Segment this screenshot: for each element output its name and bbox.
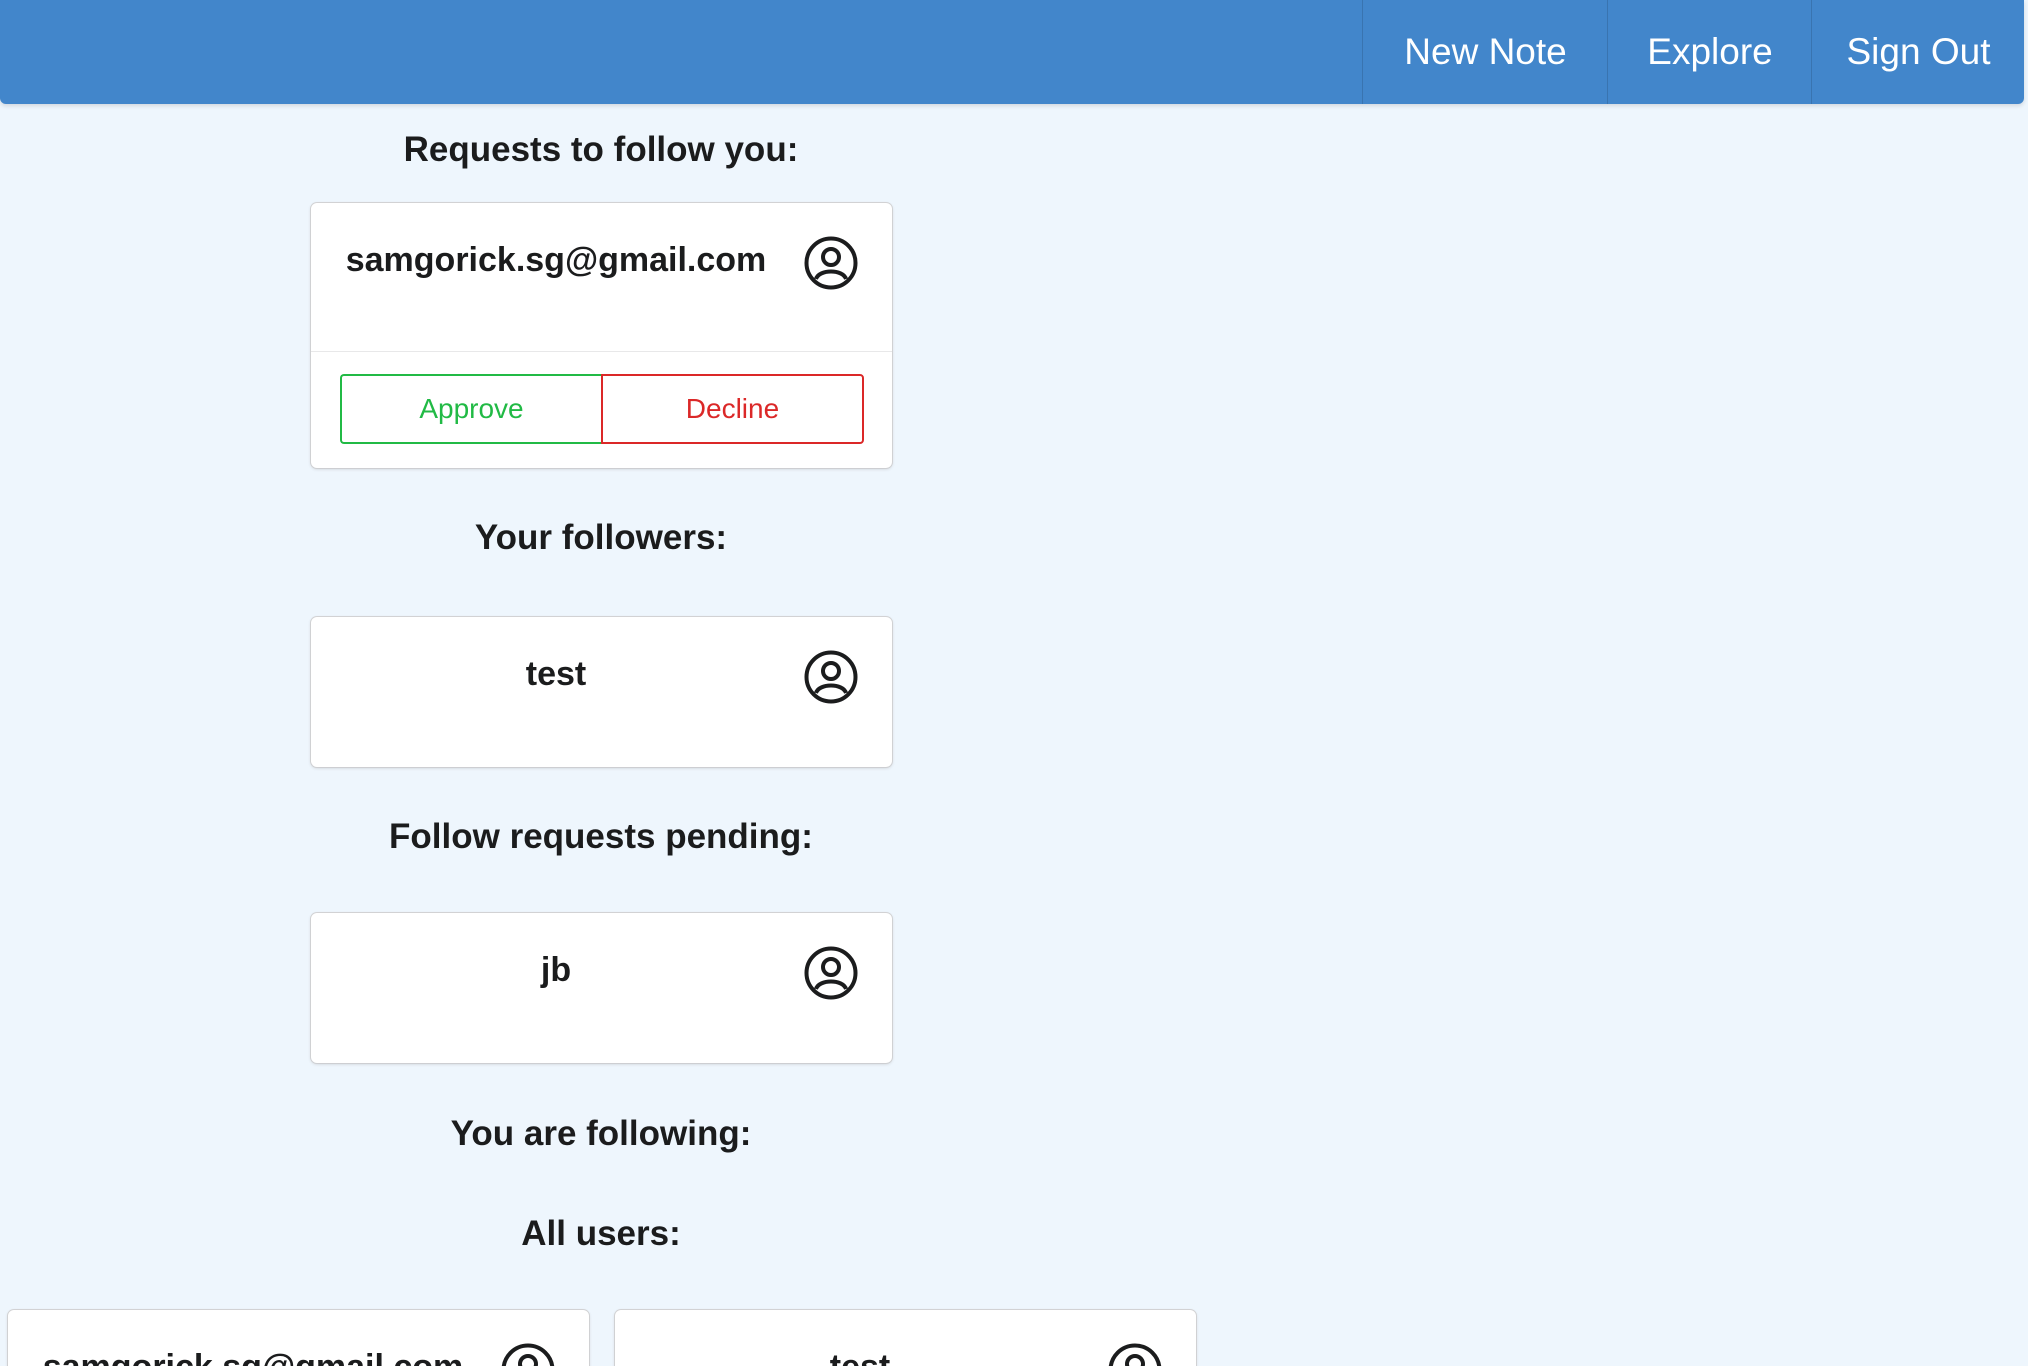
top-menu: New Note Explore Sign Out xyxy=(0,0,2024,104)
pending-user-name: jb xyxy=(540,951,572,989)
follow-request-card: samgorick.sg@gmail.com Approve Decline xyxy=(311,203,892,468)
decline-button[interactable]: Decline xyxy=(601,374,864,444)
user-circle-icon xyxy=(804,946,858,1000)
user-card[interactable]: samgorick.sg@gmail.com xyxy=(8,1310,589,1366)
pending-request-card: jb xyxy=(311,913,892,1063)
request-actions: Approve Decline xyxy=(340,374,864,444)
approve-button[interactable]: Approve xyxy=(340,374,601,444)
nav-new-note[interactable]: New Note xyxy=(1362,0,1608,104)
user-card[interactable]: test xyxy=(615,1310,1196,1366)
user-circle-icon xyxy=(1108,1343,1162,1366)
page: New Note Explore Sign Out Requests to fo… xyxy=(0,0,2028,1366)
follower-card: test xyxy=(311,617,892,767)
card-divider xyxy=(311,351,892,352)
pending-heading: Follow requests pending: xyxy=(389,817,813,856)
nav-sign-out[interactable]: Sign Out xyxy=(1811,0,2025,104)
user-circle-icon xyxy=(501,1343,555,1366)
nav-explore[interactable]: Explore xyxy=(1607,0,1812,104)
follower-name: test xyxy=(525,655,587,693)
following-heading: You are following: xyxy=(450,1114,752,1153)
user-name: test xyxy=(615,1348,1105,1366)
all-users-heading: All users: xyxy=(521,1214,681,1253)
user-circle-icon xyxy=(804,236,858,290)
requester-name: samgorick.sg@gmail.com xyxy=(345,241,767,279)
user-name: samgorick.sg@gmail.com xyxy=(8,1348,498,1366)
user-circle-icon xyxy=(804,650,858,704)
requests-heading: Requests to follow you: xyxy=(403,130,799,169)
followers-heading: Your followers: xyxy=(474,518,728,557)
